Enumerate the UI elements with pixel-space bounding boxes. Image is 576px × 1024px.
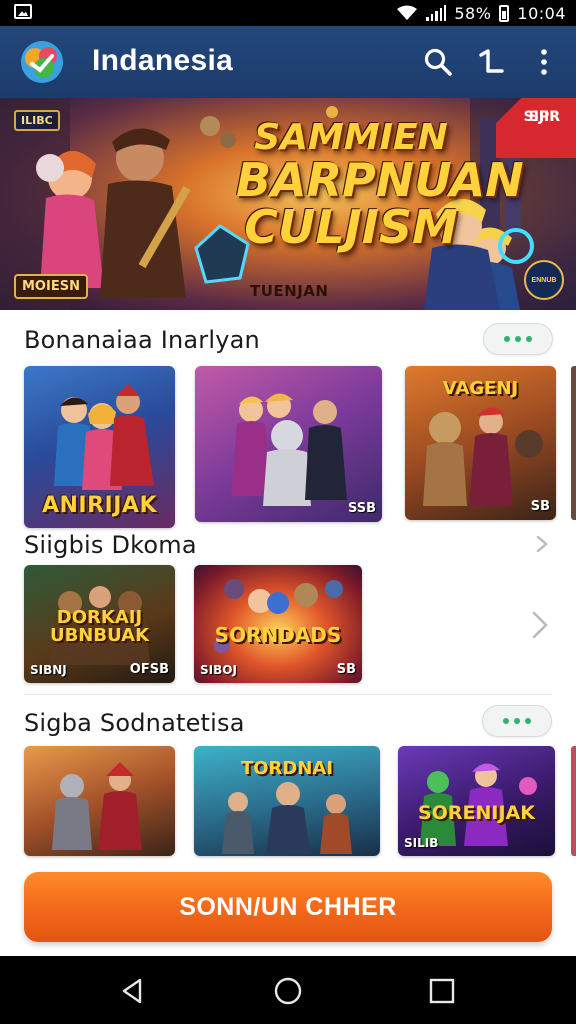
section-divider: [24, 694, 552, 695]
recents-icon[interactable]: [427, 976, 457, 1006]
section-title: Sigba Sodnatetisa: [24, 709, 245, 737]
battery-percent: 58%: [454, 3, 492, 23]
game-tile[interactable]: ANIRIJAK: [24, 366, 175, 528]
back-icon[interactable]: [118, 976, 148, 1006]
corner-text-2: SJIR: [528, 109, 560, 125]
game-tile[interactable]: DORKAIJ UBNBUAK SIBNJ OFSB: [24, 565, 175, 683]
banner-title-line3: CULJISM: [244, 199, 458, 254]
banner-title-line2: BARPNUAN: [236, 152, 524, 207]
game-tile[interactable]: VAGENJ SB: [405, 366, 556, 520]
wifi-icon: [397, 5, 418, 20]
corner-ribbon: SIPR SJIR: [496, 98, 576, 158]
clock: 10:04: [517, 3, 566, 23]
tile-tag: OFSB: [129, 662, 169, 677]
chevron-right-icon[interactable]: [532, 534, 552, 554]
tile-artwork: [52, 762, 142, 850]
section-more-button[interactable]: [482, 705, 552, 737]
tile-tag-left: SILIB: [404, 836, 439, 850]
tile-tag-left: SIBNJ: [30, 663, 67, 677]
dot-icon: [514, 718, 520, 724]
game-tile[interactable]: SORNDADS SIBOJ SB: [194, 565, 362, 683]
next-tile-peek[interactable]: [571, 746, 576, 856]
section-more-button[interactable]: [483, 323, 553, 355]
search-button[interactable]: [420, 44, 456, 80]
tile-title: SORNDADS: [214, 623, 342, 647]
home-icon[interactable]: [273, 976, 303, 1006]
banner-emblem: ENNUB: [524, 260, 564, 300]
dot-icon: [526, 336, 532, 342]
dot-icon: [525, 718, 531, 724]
battery-icon: [499, 4, 510, 22]
section-title: Bonanaiaa Inarlyan: [24, 326, 260, 354]
signal-icon: [426, 5, 447, 21]
chevron-right-icon[interactable]: [528, 610, 552, 640]
search-icon: [424, 48, 452, 76]
cta-button[interactable]: SONN/UN CHHER: [24, 872, 552, 942]
game-tile[interactable]: TORDNAI: [194, 746, 380, 856]
banner-title-line1: SAMMIEN: [254, 117, 448, 158]
tile-title: DORKAIJ UBNBUAK: [49, 607, 150, 646]
game-tile[interactable]: SSB: [195, 366, 382, 522]
banner-title: SAMMIEN BARPNUAN CULJISM: [236, 117, 524, 254]
tile-tag: SSB: [347, 501, 376, 516]
hero-banner[interactable]: SIPR SJIR ILIBC SAMMIEN BARPNUAN CULJISM …: [0, 98, 576, 310]
dot-icon: [503, 718, 509, 724]
banner-subtitle: TUENJAN: [250, 282, 329, 300]
gallery-notification-icon: [14, 4, 32, 19]
app-logo-icon[interactable]: [18, 38, 66, 86]
top-left-badge: ILIBC: [14, 110, 60, 131]
overflow-menu-icon: [541, 49, 547, 75]
tile-tag-left: SIBOJ: [200, 663, 237, 677]
banner-left-logo: MOIESN: [14, 274, 88, 299]
next-tile-peek[interactable]: [571, 366, 576, 520]
tool-icon: [479, 49, 504, 73]
tile-title: SORENIJAK: [418, 802, 535, 824]
tile-title: TORDNAI: [240, 758, 334, 779]
app-title: Indanesia: [92, 44, 234, 77]
tile-tag: SB: [530, 499, 550, 514]
tile-artwork: [231, 393, 347, 506]
overflow-menu-button[interactable]: [526, 44, 562, 80]
tile-tag: SB: [336, 662, 356, 677]
tile-title: ANIRIJAK: [41, 493, 157, 518]
tile-title: VAGENJ: [442, 378, 519, 399]
app-bar: Indanesia: [0, 26, 576, 98]
section-title: Siigbis Dkoma: [24, 531, 197, 559]
game-tile[interactable]: [24, 746, 175, 856]
system-nav-bar: [0, 956, 576, 1024]
game-tile[interactable]: SORENIJAK SILIB: [398, 746, 555, 856]
dot-icon: [504, 336, 510, 342]
tool-button[interactable]: [472, 44, 508, 80]
dot-icon: [515, 336, 521, 342]
status-bar: 58% 10:04: [0, 0, 576, 26]
screen: 58% 10:04 Indanesia SIPR SJIR ILIBC SAMM…: [0, 0, 576, 1024]
